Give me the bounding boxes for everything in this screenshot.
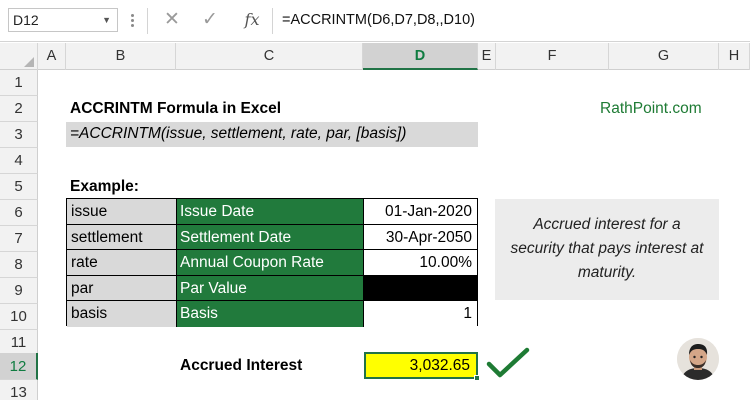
fill-handle[interactable] (474, 375, 480, 381)
example-label-cell[interactable]: Example: (70, 174, 139, 200)
brand-cell[interactable]: RathPoint.com (600, 96, 702, 122)
formula-bar-grip-icon[interactable] (128, 9, 138, 31)
column-header-b[interactable]: B (66, 43, 176, 70)
row-header-7[interactable]: 7 (0, 226, 38, 252)
row-header-1[interactable]: 1 (0, 70, 38, 96)
note-box[interactable]: Accrued interest for a security that pay… (495, 199, 719, 300)
row-header-4[interactable]: 4 (0, 148, 38, 174)
row-header-6[interactable]: 6 (0, 200, 38, 226)
formula-bar-divider (147, 8, 148, 34)
formula-bar-divider (272, 8, 273, 34)
checkmark-icon (486, 347, 530, 378)
table-cell-value[interactable]: 01-Jan-2020 (364, 199, 477, 225)
table-cell-value[interactable]: 30-Apr-2050 (364, 224, 477, 251)
table-cell-arg[interactable]: par (67, 275, 177, 302)
column-header-f[interactable]: F (496, 43, 609, 70)
table-cell-value[interactable] (364, 275, 477, 302)
row-header-8[interactable]: 8 (0, 252, 38, 278)
column-header-e[interactable]: E (478, 43, 496, 70)
table-cell-arg[interactable]: rate (67, 250, 177, 276)
row-header-2[interactable]: 2 (0, 96, 38, 122)
result-cell[interactable]: 3,032.65 (364, 352, 478, 379)
insert-function-icon[interactable]: fx (240, 6, 264, 34)
column-header-d[interactable]: D (363, 43, 478, 70)
enter-icon[interactable]: ✓ (198, 6, 222, 34)
table-cell-arg[interactable]: issue (67, 199, 177, 225)
row-header-12[interactable]: 12 (0, 353, 38, 380)
column-header-c[interactable]: C (176, 43, 363, 70)
row-header-5[interactable]: 5 (0, 174, 38, 200)
table-cell-description[interactable]: Basis (177, 301, 364, 327)
row-header-3[interactable]: 3 (0, 122, 38, 148)
row-header-9[interactable]: 9 (0, 278, 38, 304)
select-all-button[interactable] (0, 43, 38, 70)
formula-input[interactable]: =ACCRINTM(D6,D7,D8,,D10) (282, 7, 742, 33)
table-cell-description[interactable]: Settlement Date (177, 224, 364, 251)
table-cell-value[interactable]: 1 (364, 301, 477, 327)
name-box[interactable]: D12 ▼ (8, 8, 118, 32)
row-header-13[interactable]: 13 (0, 380, 38, 400)
row-header-10[interactable]: 10 (0, 304, 38, 330)
column-header-row: A B C D E F G H (0, 43, 750, 70)
table-cell-description[interactable]: Annual Coupon Rate (177, 250, 364, 276)
table-cell-description[interactable]: Issue Date (177, 199, 364, 225)
column-header-g[interactable]: G (609, 43, 719, 70)
table-cell-arg[interactable]: settlement (67, 224, 177, 251)
note-text: Accrued interest for a security that pay… (510, 216, 704, 281)
result-label-cell[interactable]: Accrued Interest (180, 353, 302, 379)
formula-bar: D12 ▼ ✕ ✓ fx =ACCRINTM(D6,D7,D8,,D10) (0, 0, 750, 42)
column-header-a[interactable]: A (38, 43, 66, 70)
table-cell-description[interactable]: Par Value (177, 275, 364, 302)
column-header-h[interactable]: H (719, 43, 750, 70)
sheet-title-cell[interactable]: ACCRINTM Formula in Excel (70, 96, 281, 122)
author-avatar (677, 338, 719, 380)
argument-table: issue Issue Date 01-Jan-2020 settlement … (66, 198, 478, 327)
chevron-down-icon[interactable]: ▼ (102, 9, 111, 31)
name-box-value: D12 (13, 12, 39, 28)
cancel-icon[interactable]: ✕ (160, 6, 184, 34)
table-cell-value[interactable]: 10.00% (364, 250, 477, 276)
syntax-cell[interactable]: =ACCRINTM(issue, settlement, rate, par, … (70, 121, 406, 147)
table-cell-arg[interactable]: basis (67, 301, 177, 327)
